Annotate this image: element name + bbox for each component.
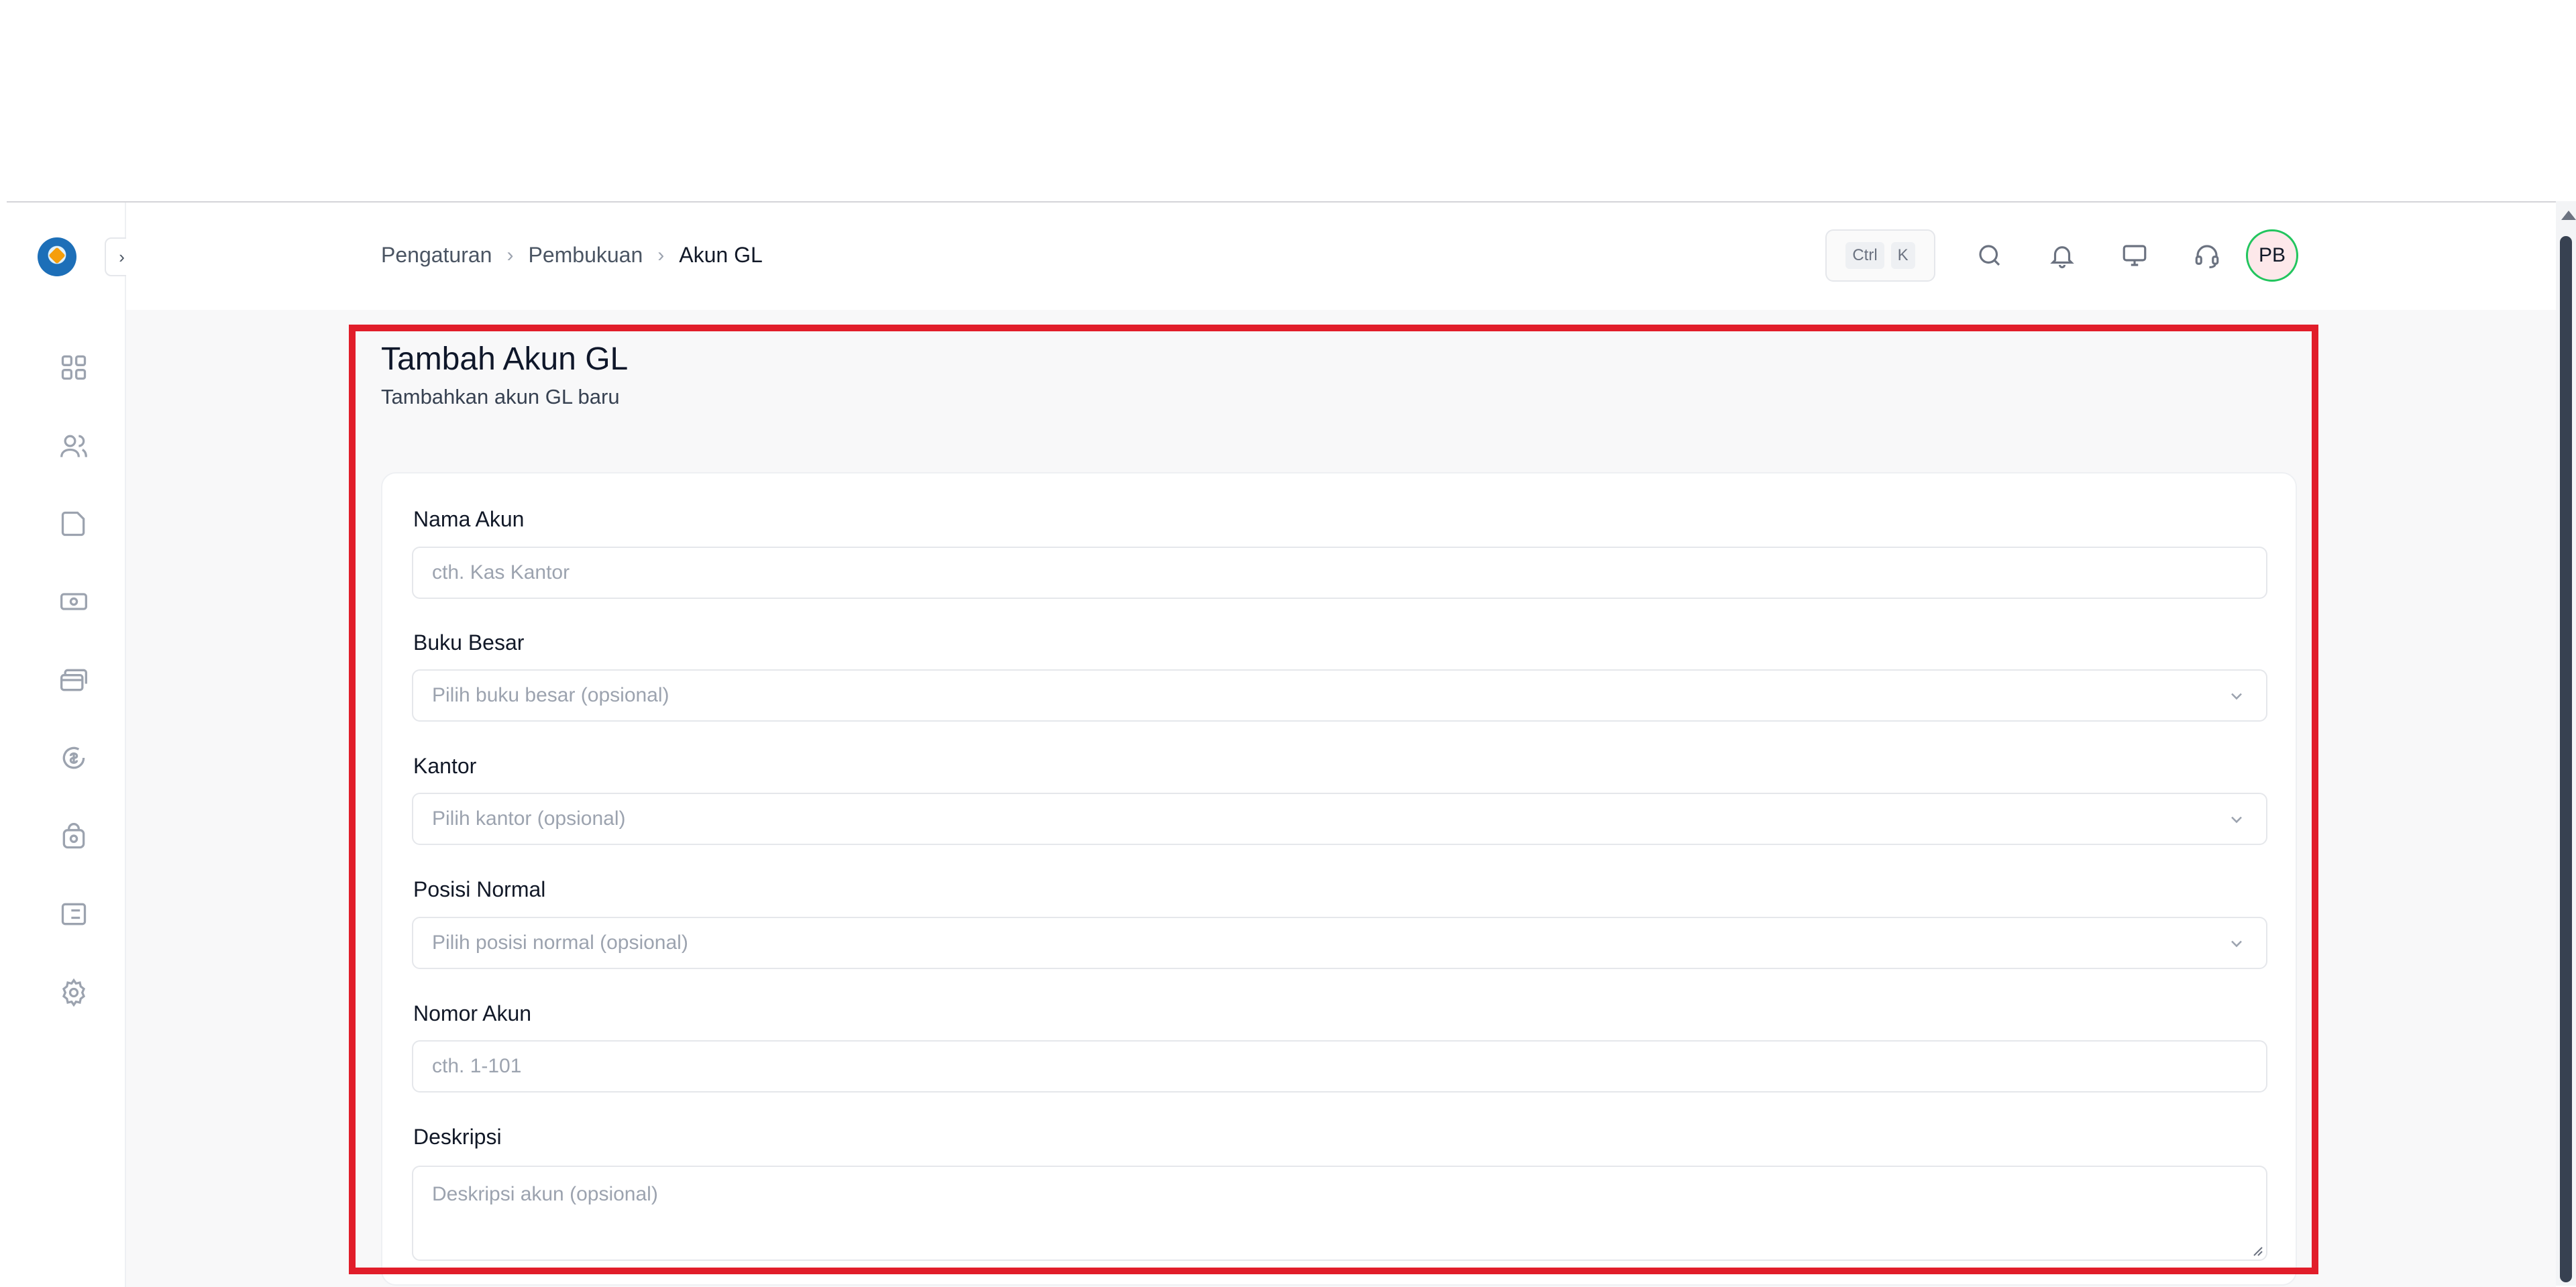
- chevron-down-icon: [2227, 934, 2246, 953]
- command-palette-button[interactable]: Ctrl K: [1825, 229, 1935, 282]
- buku-besar-placeholder: Pilih buku besar (opsional): [432, 684, 669, 706]
- page-title: Tambah Akun GL: [381, 341, 629, 377]
- deskripsi-label: Deskripsi: [413, 1125, 502, 1149]
- nama-akun-label: Nama Akun: [413, 507, 525, 531]
- cards-icon: [60, 669, 87, 691]
- sidebar: ›|: [7, 203, 144, 1287]
- resize-grip-icon[interactable]: [2249, 1242, 2263, 1257]
- display-button[interactable]: [2115, 236, 2154, 275]
- kbd-k: K: [1890, 242, 1915, 269]
- sidebar-item-reports[interactable]: [55, 895, 93, 933]
- buku-besar-label: Buku Besar: [413, 630, 525, 655]
- chevron-down-icon: [2227, 687, 2246, 706]
- blank-top-area: [0, 0, 2576, 201]
- top-header: Pengaturan › Pembukuan › Akun GL Ctrl K …: [126, 203, 2556, 309]
- sidebar-item-documents[interactable]: [55, 505, 93, 543]
- chevron-right-icon: ›: [657, 243, 665, 266]
- notifications-button[interactable]: [2043, 236, 2082, 275]
- sidebar-item-users[interactable]: [55, 427, 93, 465]
- scrollbar[interactable]: [2556, 201, 2576, 1286]
- report-icon: [61, 903, 87, 926]
- nomor-akun-input[interactable]: [412, 1040, 2267, 1093]
- breadcrumb: Pengaturan › Pembukuan › Akun GL: [381, 243, 763, 268]
- page-subtitle: Tambahkan akun GL baru: [381, 385, 620, 408]
- sidebar-item-security[interactable]: [55, 818, 93, 855]
- nama-akun-input[interactable]: [412, 547, 2267, 599]
- chevron-down-icon: [2227, 810, 2246, 829]
- posisi-normal-label: Posisi Normal: [413, 877, 546, 901]
- sidebar-item-settings[interactable]: [55, 974, 93, 1011]
- breadcrumb-item-pembukuan[interactable]: Pembukuan: [528, 243, 643, 268]
- chevron-right-icon: ›: [506, 243, 514, 266]
- avatar[interactable]: PB: [2246, 229, 2298, 282]
- kantor-label: Kantor: [413, 754, 477, 778]
- gear-icon: [62, 978, 86, 1007]
- kantor-placeholder: Pilih kantor (opsional): [432, 807, 626, 830]
- deskripsi-textarea[interactable]: [412, 1166, 2267, 1261]
- kbd-ctrl: Ctrl: [1845, 242, 1884, 269]
- buku-besar-select[interactable]: Pilih buku besar (opsional): [412, 669, 2267, 722]
- breadcrumb-item-pengaturan[interactable]: Pengaturan: [381, 243, 492, 268]
- dashboard-icon: [61, 355, 87, 380]
- cash-icon: [60, 593, 87, 610]
- sidebar-item-cards[interactable]: [55, 661, 93, 699]
- bell-icon: [2050, 246, 2074, 269]
- sidebar-item-savings[interactable]: [55, 739, 93, 777]
- folder-icon: [61, 511, 85, 537]
- search-button[interactable]: [1970, 236, 2009, 275]
- posisi-normal-placeholder: Pilih posisi normal (opsional): [432, 932, 688, 954]
- kantor-select[interactable]: Pilih kantor (opsional): [412, 793, 2267, 845]
- posisi-normal-select[interactable]: Pilih posisi normal (opsional): [412, 917, 2267, 969]
- breadcrumb-current: Akun GL: [679, 243, 763, 267]
- users-icon: [60, 435, 87, 457]
- nomor-akun-label: Nomor Akun: [413, 1001, 532, 1025]
- sidebar-item-dashboard[interactable]: [55, 349, 93, 386]
- sidebar-item-cash[interactable]: [55, 583, 93, 620]
- monitor-icon: [2123, 245, 2147, 266]
- headset-icon: [2195, 245, 2219, 269]
- search-icon: [1979, 245, 2000, 266]
- app-logo: [38, 237, 76, 276]
- savings-icon: [62, 746, 85, 769]
- lock-icon: [62, 823, 85, 849]
- support-button[interactable]: [2188, 236, 2226, 275]
- scroll-up-arrow-icon[interactable]: [2561, 211, 2576, 220]
- scroll-thumb[interactable]: [2560, 236, 2572, 1282]
